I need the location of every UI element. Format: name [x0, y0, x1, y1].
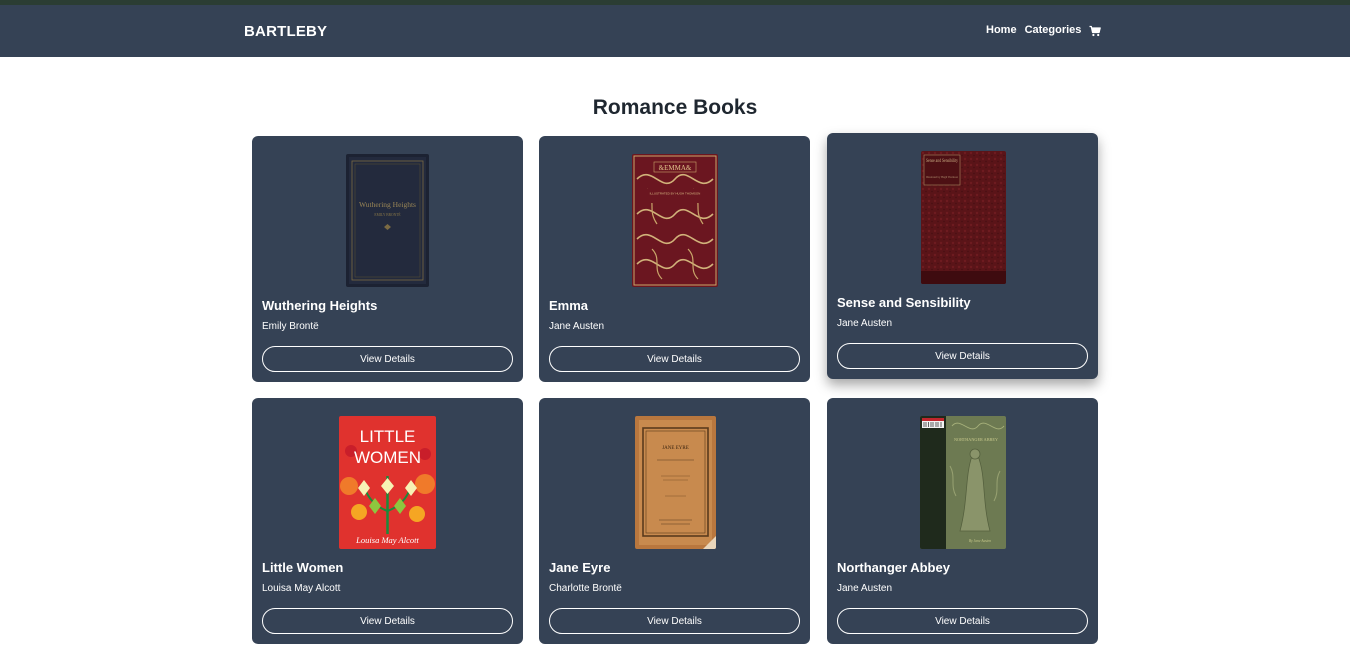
book-card-northanger-abbey: NORTHANGER ABBEY By Jane Austen Northang… [827, 398, 1098, 644]
page-title: Romance Books [592, 96, 758, 119]
brand-logo[interactable]: BARTLEBY [244, 23, 327, 40]
view-details-button[interactable]: View Details [262, 346, 513, 372]
book-card-wuthering-heights: Wuthering Heights EMILY BRONTË Wuthering… [252, 136, 523, 382]
view-details-button[interactable]: View Details [837, 608, 1088, 634]
book-cover-image: &EMMA& ILLUSTRATED BY HUGH THOMSON [632, 154, 718, 287]
nav-home-link[interactable]: Home [986, 24, 1017, 36]
view-details-button[interactable]: View Details [262, 608, 513, 634]
book-author: Jane Austen [837, 583, 893, 594]
book-cover-image: Wuthering Heights EMILY BRONTË [346, 154, 429, 287]
book-card-sense-and-sensibility: Sense and Sensibility Illustrated by Hug… [827, 133, 1098, 379]
book-author: Emily Brontë [262, 321, 319, 332]
book-cover-image: LITTLE WOMEN Louisa May Alcott [339, 416, 436, 549]
book-author: Jane Austen [837, 318, 893, 329]
book-title: Emma [549, 298, 589, 313]
book-cover-image: Sense and Sensibility Illustrated by Hug… [921, 151, 1006, 284]
book-title: Northanger Abbey [837, 560, 950, 575]
cover-title-line2: WOMEN [354, 448, 421, 467]
cover-subtitle-text: ILLUSTRATED BY HUGH THOMSON [650, 192, 701, 196]
cover-author-text: EMILY BRONTË [374, 212, 401, 217]
nav-categories-link[interactable]: Categories [1025, 24, 1082, 36]
book-card-jane-eyre: JANE EYRE Jane Eyre Charlotte Brontë Vie… [539, 398, 810, 644]
cover-author-text: Louisa May Alcott [355, 535, 419, 545]
cover-title-text: Sense and Sensibility [926, 159, 958, 164]
book-author: Louisa May Alcott [262, 583, 341, 594]
cover-author-text: By Jane Austen [969, 539, 991, 543]
nav-links: Home Categories [986, 24, 1102, 37]
cover-subtitle-text: Illustrated by Hugh Thomson [926, 176, 959, 179]
navbar: BARTLEBY Home Categories [0, 5, 1350, 57]
view-details-button[interactable]: View Details [549, 346, 800, 372]
book-author: Jane Austen [549, 321, 605, 332]
view-details-button[interactable]: View Details [549, 608, 800, 634]
cover-title-line1: LITTLE [360, 427, 416, 446]
cover-title-text: Wuthering Heights [359, 200, 416, 209]
book-card-little-women: LITTLE WOMEN Louisa May Alcott Little Wo… [252, 398, 523, 644]
cover-title-text: JANE EYRE [662, 446, 689, 451]
book-title: Jane Eyre [549, 560, 611, 575]
book-card-emma: &EMMA& ILLUSTRATED BY HUGH THOMSON Emma … [539, 136, 810, 382]
book-title: Sense and Sensibility [837, 295, 971, 310]
book-author: Charlotte Brontë [549, 583, 622, 594]
cover-title-text: &EMMA& [659, 164, 692, 172]
view-details-button[interactable]: View Details [837, 343, 1088, 369]
cover-title-text: NORTHANGER ABBEY [954, 437, 998, 442]
book-cover-image: NORTHANGER ABBEY By Jane Austen [920, 416, 1006, 549]
book-title: Wuthering Heights [262, 298, 378, 313]
cart-icon[interactable] [1089, 24, 1102, 37]
book-title: Little Women [262, 560, 344, 575]
book-cover-image: JANE EYRE [635, 416, 716, 549]
